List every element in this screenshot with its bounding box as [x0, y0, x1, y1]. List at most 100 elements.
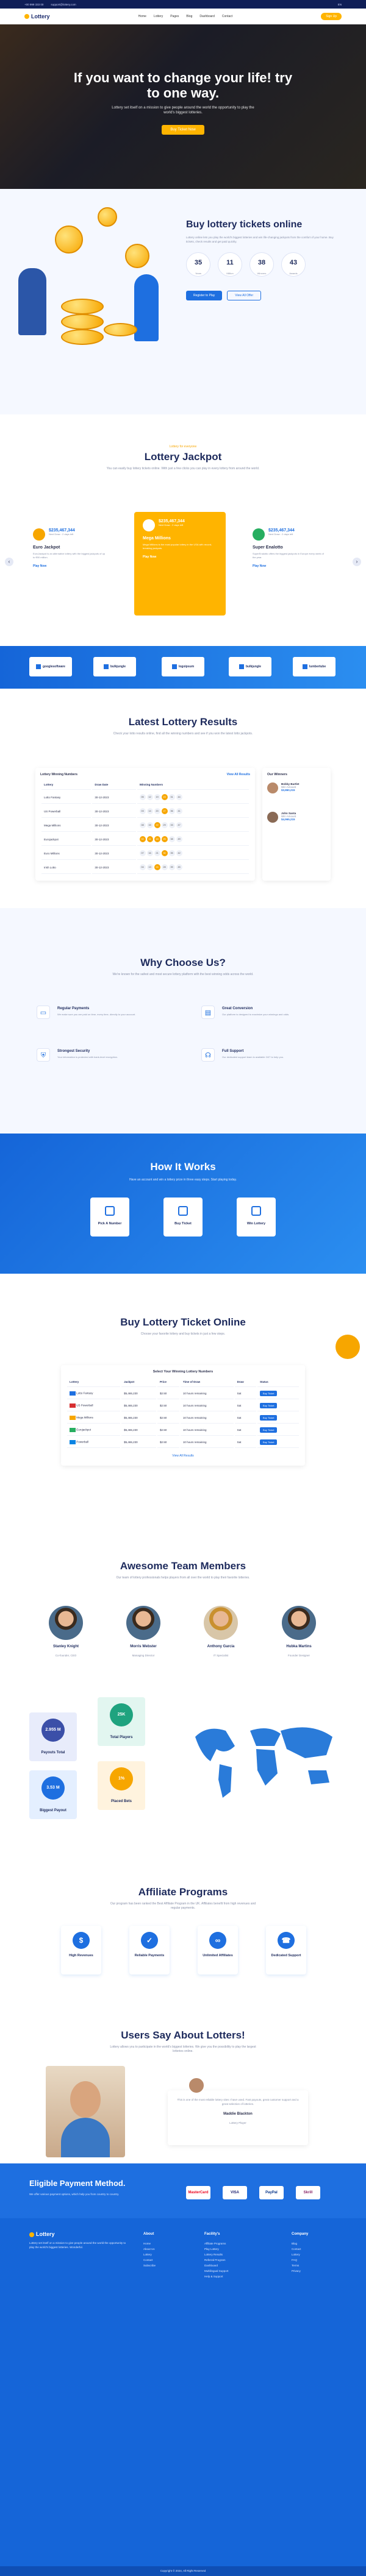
- affiliate-item: ✓ Reliable Payments: [129, 1926, 170, 1975]
- jackpot-title: Lottery Jackpot: [144, 451, 222, 463]
- feature-item: ⛨ Strongest Security Your information is p…: [37, 1048, 172, 1076]
- affiliate-item: $ High Revenues: [61, 1926, 101, 1975]
- avatar: [49, 1606, 83, 1640]
- footer-link[interactable]: Subscribe: [143, 2263, 156, 2268]
- view-offer-button[interactable]: View All Offer: [227, 291, 262, 300]
- stat-players: 25K Total Players: [98, 1697, 145, 1746]
- footer-link[interactable]: Play Lottery: [204, 2246, 229, 2252]
- footer-link[interactable]: Home: [143, 2241, 156, 2246]
- team-member[interactable]: Stanley Knight Co-founder, CEO: [41, 1606, 90, 1659]
- footer-link[interactable]: Terms: [292, 2263, 308, 2268]
- jackpot-name: Mega Millions: [143, 536, 171, 541]
- language-select[interactable]: EN: [338, 3, 342, 6]
- step-buy-ticket: Buy Ticket: [163, 1198, 203, 1237]
- next-arrow[interactable]: ›: [353, 558, 361, 566]
- footer-link[interactable]: Lottery: [143, 2252, 156, 2257]
- support-icon: ☎: [278, 1932, 295, 1949]
- how-title: How It Works: [150, 1161, 216, 1173]
- play-now-link[interactable]: Play Now: [33, 564, 107, 568]
- table-row: US Powerball $5,465,230 $2.50 10 hours rema…: [67, 1400, 299, 1411]
- footer-link[interactable]: Contact: [143, 2257, 156, 2263]
- view-all-results-link[interactable]: View All Results: [227, 773, 250, 776]
- nav-item-blog[interactable]: Blog: [186, 15, 192, 18]
- table-row: Mega Millions 30-12-2023 08 15 22 29 33 47: [41, 819, 249, 832]
- play-now-link[interactable]: Play Now: [253, 564, 327, 568]
- footer-link[interactable]: Dashboard: [204, 2263, 229, 2268]
- team-member[interactable]: Morris Webster Managing Director: [119, 1606, 168, 1659]
- affiliate-item: ∞ Unlimited Affiliates: [198, 1926, 238, 1975]
- stats-section: 2.955 M Payouts Total 25K Total Players 3.…: [0, 1694, 366, 1859]
- logo-icon: [29, 2232, 34, 2237]
- avatar: [126, 1606, 160, 1640]
- winner-item: John Santa Win Amount $4,965,215: [267, 812, 326, 823]
- why-section: Why Choose Us? We're known for the safes…: [0, 908, 366, 1134]
- buy-ticket-button[interactable]: Buy Ticket: [260, 1403, 278, 1408]
- jackpot-card[interactable]: $235,467,344 Next Draw : 2 days left Eur…: [24, 521, 116, 606]
- view-all-link[interactable]: View All Results: [66, 1454, 300, 1458]
- logo-icon: [24, 14, 29, 19]
- buy-ticket-button[interactable]: Buy Ticket: [260, 1439, 278, 1445]
- avatar: [282, 1606, 316, 1640]
- footer-link[interactable]: Help & Support: [204, 2274, 229, 2279]
- table-row: Eurojackpot 30-12-2023 02 11 18 25 38 49: [41, 833, 249, 846]
- testimonials-title: Users Say About Lotters!: [121, 2029, 245, 2041]
- jackpot-name: Super Enalotto: [253, 545, 283, 550]
- partner-logo: logoipsum: [162, 657, 204, 676]
- table-row: Irish Lotto 30-12-2023 04 13 24 28 39 45: [41, 861, 249, 874]
- footer-link[interactable]: Referral Program: [204, 2257, 229, 2263]
- stat-million: 11 Million: [218, 252, 242, 277]
- partner-logo: lumbertube: [293, 657, 336, 676]
- nav-item-dashboard[interactable]: Dashboard: [199, 15, 214, 18]
- footer-link[interactable]: Privacy: [292, 2268, 308, 2274]
- table-row: Euro Millions 30-12-2023 07 16 21 30 35 42: [41, 847, 249, 860]
- paypal-logo: PayPal: [259, 2186, 284, 2199]
- affiliate-section: Affiliate Programs Our program has been …: [0, 1859, 366, 2011]
- jackpot-icon: [143, 519, 155, 531]
- coins-illustration: [18, 201, 171, 360]
- table-row: Eurojackpot $5,465,230 $2.50 10 hours remai…: [67, 1425, 299, 1436]
- footer-link[interactable]: Lottery Results: [204, 2252, 229, 2257]
- stat-biggest-payout: 3.53 M Biggest Payout: [29, 1770, 77, 1819]
- stat-payouts: 2.955 M Payouts Total: [29, 1712, 77, 1761]
- prev-arrow[interactable]: ‹: [5, 558, 13, 566]
- brand-logo[interactable]: Lottery: [24, 13, 50, 20]
- results-table-card: Lottery Winning Numbers View All Results…: [35, 768, 255, 881]
- email-text[interactable]: support@lottery.com: [51, 3, 76, 6]
- step-pick-number: Pick A Number: [90, 1198, 129, 1237]
- jackpot-card[interactable]: $235,467,344 Next Draw : 2 days left Sup…: [244, 521, 336, 606]
- footer-link[interactable]: Blog: [292, 2241, 308, 2246]
- revenue-icon: $: [73, 1932, 90, 1949]
- jackpot-text: EuroJackpot is an alternative lottery wi…: [33, 552, 106, 559]
- avatar: [188, 2077, 205, 2094]
- buy-ticket-button[interactable]: Buy Ticket: [260, 1391, 278, 1396]
- nav-item-contact[interactable]: Contact: [222, 15, 232, 18]
- buy-ticket-button[interactable]: Buy Ticket: [260, 1427, 278, 1433]
- footer-link[interactable]: Lottery: [292, 2252, 308, 2257]
- nav-item-lottery[interactable]: Lottery: [154, 15, 163, 18]
- phone-text[interactable]: +00 999 333 00: [24, 3, 43, 6]
- footer-link[interactable]: Contact: [292, 2246, 308, 2252]
- team-member[interactable]: Hubka Martins Founder Designer: [274, 1606, 323, 1659]
- buy-ticket-button[interactable]: Buy Ticket Now: [162, 125, 204, 135]
- headset-icon: ☊: [201, 1048, 215, 1062]
- signup-button[interactable]: Sign Up: [321, 13, 342, 20]
- footer-link[interactable]: FAQ: [292, 2257, 308, 2263]
- footer-link[interactable]: Affiliate Programs: [204, 2241, 229, 2246]
- feature-item: ▭ Regular Payments We make sure you are pa…: [37, 1006, 172, 1034]
- partners-strip: googlesoftware bulkjungle logoipsum bulk…: [0, 646, 366, 689]
- jackpot-card[interactable]: $235,467,344 Next Draw : 2 days left Meg…: [134, 512, 226, 616]
- nav-item-pages[interactable]: Pages: [170, 15, 179, 18]
- team-title: Awesome Team Members: [120, 1560, 246, 1572]
- buy-ticket-button[interactable]: Buy Ticket: [260, 1415, 278, 1421]
- footer-link[interactable]: Multilingual Support: [204, 2268, 229, 2274]
- register-button[interactable]: Register to Play: [186, 291, 223, 300]
- table-row: Powerball $5,465,230 $2.50 10 hours remaini…: [67, 1437, 299, 1448]
- nav-item-home[interactable]: Home: [138, 15, 146, 18]
- payment-text: We offer various payment options, which …: [29, 2193, 120, 2196]
- footer-link[interactable]: About Us: [143, 2246, 156, 2252]
- stat-awards: 43 Awards: [281, 252, 306, 277]
- play-now-link[interactable]: Play Now: [143, 555, 217, 559]
- testimonial-quote: This is one of the most reliable lottery…: [177, 2098, 299, 2106]
- jackpot-text: SuperEnalotto offers the biggest jackpot…: [253, 552, 324, 559]
- team-member[interactable]: Anthony Garcia IT Specialist: [196, 1606, 245, 1659]
